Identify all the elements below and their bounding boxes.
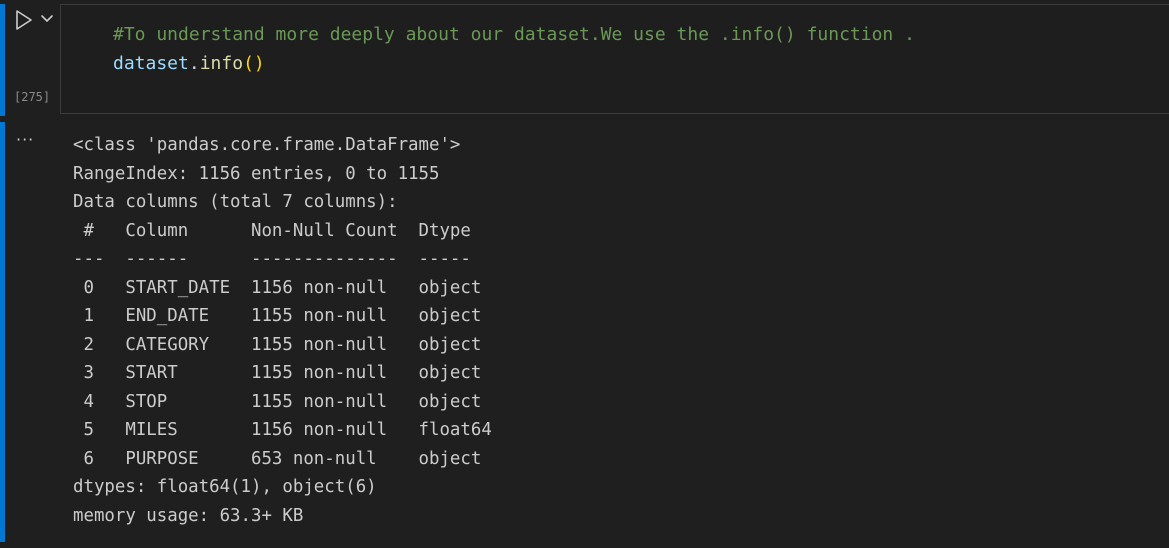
output-cell: ··· <class 'pandas.core.frame.DataFrame'… — [0, 120, 1169, 548]
run-options-button[interactable] — [38, 10, 56, 28]
output-line: memory usage: 63.3+ KB — [73, 505, 304, 526]
output-line: 1 END_DATE 1155 non-null object — [73, 306, 492, 326]
output-line: --- ------ -------------- ----- — [73, 249, 492, 269]
cell-focus-bar — [0, 4, 5, 116]
code-token-variable: dataset — [113, 53, 189, 74]
code-editor[interactable]: #To understand more deeply about our dat… — [60, 4, 1169, 114]
output-line: 6 PURPOSE 653 non-null object — [73, 448, 492, 469]
chevron-down-icon — [41, 15, 53, 22]
more-icon: ··· — [16, 130, 35, 149]
output-focus-bar — [0, 122, 5, 542]
output-line: 4 STOP 1155 non-null object — [73, 391, 492, 412]
output-line: Data columns (total 7 columns): — [73, 192, 398, 212]
output-line: dtypes: float64(1), object(6) — [73, 477, 377, 497]
output-line: 0 START_DATE 1156 non-null object — [73, 277, 492, 298]
output-line: 2 CATEGORY 1155 non-null object — [73, 334, 492, 355]
output-line: RangeIndex: 1156 entries, 0 to 1155 — [73, 163, 440, 184]
code-comment-line: #To understand more deeply about our dat… — [113, 24, 915, 45]
execution-count: [275] — [14, 90, 51, 104]
output-line: <class 'pandas.core.frame.DataFrame'> — [73, 135, 461, 155]
output-more-button[interactable]: ··· — [16, 132, 44, 150]
code-token-dot: . — [188, 53, 200, 74]
output-line: # Column Non-Null Count Dtype — [73, 220, 492, 241]
output-line: 5 MILES 1156 non-null float64 — [73, 420, 492, 440]
code-cell[interactable]: [275] #To understand more deeply about o… — [0, 0, 1169, 116]
run-cell-button[interactable] — [12, 8, 36, 32]
code-statement-line: dataset.info() — [113, 50, 265, 78]
output-line: 3 START 1155 non-null object — [73, 363, 492, 383]
code-token-parens: () — [243, 53, 265, 74]
code-token-method: info — [199, 53, 244, 74]
output-text: <class 'pandas.core.frame.DataFrame'> Ra… — [73, 131, 492, 530]
play-icon — [16, 10, 32, 30]
